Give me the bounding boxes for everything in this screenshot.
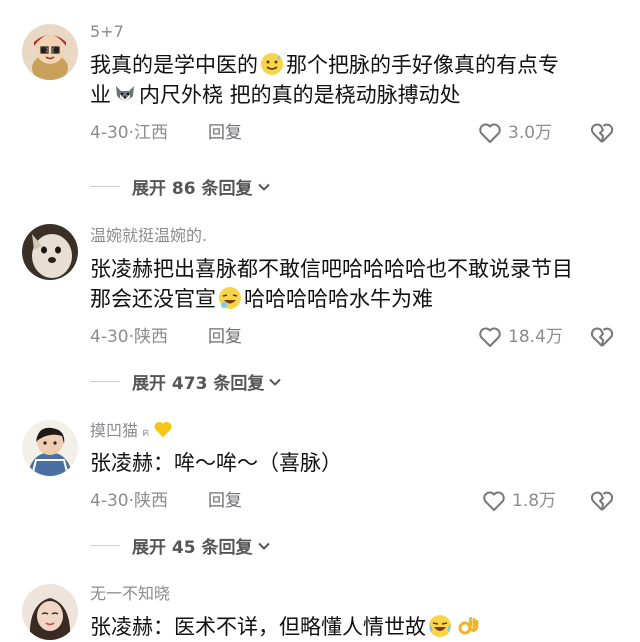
like-count: 3.0万 xyxy=(508,123,553,143)
comment-text-part: 那个把脉的手好像真的有点专 xyxy=(286,53,559,77)
avatar[interactable] xyxy=(22,420,78,476)
ok-hand-emoji-icon xyxy=(456,614,480,638)
like-button[interactable]: 3.0万 xyxy=(478,120,552,146)
heart-outline-icon xyxy=(479,123,501,143)
avatar[interactable] xyxy=(22,224,78,280)
expand-replies-label: 展开 473 条回复 xyxy=(132,374,265,394)
username[interactable]: 5+7 xyxy=(90,22,618,44)
husky-emoji-icon xyxy=(113,82,137,106)
comment-text: 我真的是学中医的 那个把脉的手好像真的有点专 业 内尺外桡 把的真的是桡动脉搏动处 xyxy=(90,50,618,110)
expand-replies-label: 展开 45 条回复 xyxy=(132,538,253,558)
like-button[interactable]: 18.4万 xyxy=(478,324,563,350)
broken-heart-icon xyxy=(590,491,614,511)
reply-button[interactable]: 回复 xyxy=(208,324,242,350)
reply-button[interactable]: 回复 xyxy=(208,120,242,146)
rolling-laughing-emoji-icon xyxy=(428,614,452,638)
laughing-emoji-icon xyxy=(218,286,242,310)
user-badge: ฅ xyxy=(142,426,150,439)
expand-replies-button[interactable]: 展开 45 条回复 xyxy=(90,533,271,558)
expand-replies-button[interactable]: 展开 86 条回复 xyxy=(90,174,271,199)
broken-heart-icon xyxy=(590,123,614,143)
chevron-down-icon xyxy=(257,183,270,191)
comment-text-part: 我真的是学中医的 xyxy=(90,53,258,77)
yellow-heart-icon xyxy=(153,420,173,443)
divider-line xyxy=(90,381,120,382)
comment-text-part: 哈哈哈哈哈水牛为难 xyxy=(244,287,433,311)
username[interactable]: 摸凹猫ฅ xyxy=(90,420,618,442)
comment-text: 张凌赫把出喜脉都不敢信吧哈哈哈哈也不敢说录节目 那会还没官宣 哈哈哈哈哈水牛为难 xyxy=(90,254,618,314)
comment-text-part: 内尺外桡 把的真的是桡动脉搏动处 xyxy=(139,83,461,107)
comment-meta: 4-30·陕西 回复 1.8万 xyxy=(90,488,618,514)
broken-heart-icon xyxy=(590,327,614,347)
chevron-down-icon xyxy=(269,378,282,386)
divider-line xyxy=(90,545,120,546)
reply-button[interactable]: 回复 xyxy=(208,488,242,514)
like-count: 1.8万 xyxy=(512,491,557,511)
username[interactable]: 无一不知晓 xyxy=(90,584,618,606)
comment-meta: 4-30·陕西 回复 18.4万 xyxy=(90,324,618,350)
comment-date-location: 4-30·陕西 xyxy=(90,327,168,347)
expand-replies-label: 展开 86 条回复 xyxy=(132,179,253,199)
avatar[interactable] xyxy=(22,584,78,640)
dislike-button[interactable] xyxy=(590,489,614,513)
like-count: 18.4万 xyxy=(508,327,563,347)
comment-text-part: 那会还没官宣 xyxy=(90,287,216,311)
comment-date-location: 4-30·陕西 xyxy=(90,491,168,511)
comment-text-part: 业 xyxy=(90,83,111,107)
heart-outline-icon xyxy=(479,327,501,347)
comment-date-location: 4-30·江西 xyxy=(90,123,168,143)
expand-replies-button[interactable]: 展开 473 条回复 xyxy=(90,369,282,394)
dislike-button[interactable] xyxy=(590,325,614,349)
comment-meta: 4-30·江西 回复 3.0万 xyxy=(90,120,618,146)
divider-line xyxy=(90,186,120,187)
sweat-smile-emoji-icon xyxy=(260,52,284,76)
comment-text: 张凌赫：医术不详，但略懂人情世故 xyxy=(90,612,618,642)
comment-text-part: 张凌赫把出喜脉都不敢信吧哈哈哈哈也不敢说录节目 xyxy=(90,257,573,281)
heart-outline-icon xyxy=(483,491,505,511)
username[interactable]: 温婉就挺温婉的. xyxy=(90,226,618,248)
comment-text-part: 张凌赫：医术不详，但略懂人情世故 xyxy=(90,615,426,639)
dislike-button[interactable] xyxy=(590,121,614,145)
avatar[interactable] xyxy=(22,24,78,80)
chevron-down-icon xyxy=(257,542,270,550)
like-button[interactable]: 1.8万 xyxy=(482,488,556,514)
comment-text: 张凌赫：哞～哞～（喜脉） xyxy=(90,451,342,475)
